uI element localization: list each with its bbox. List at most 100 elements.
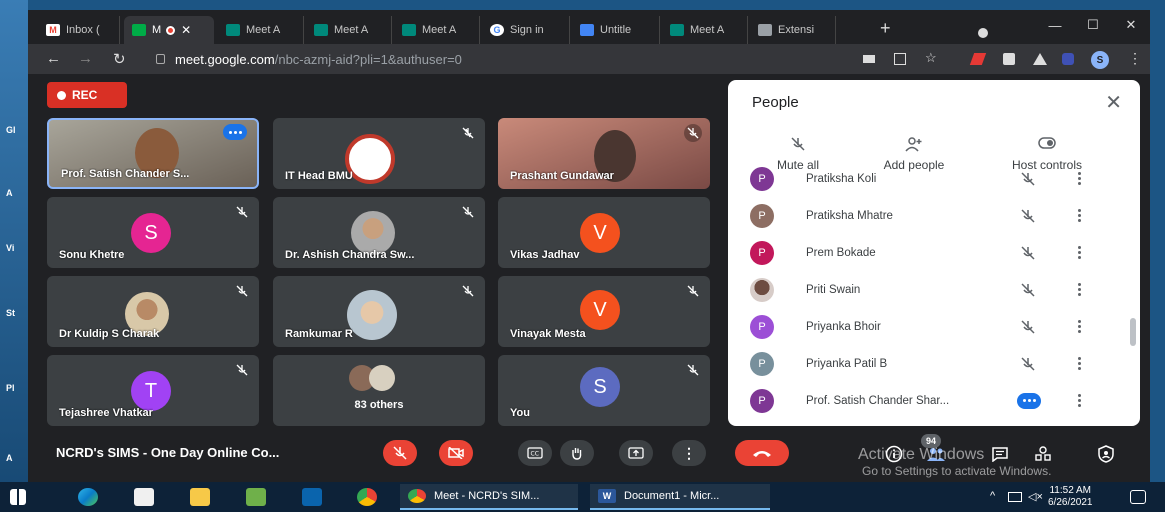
- tab-meet-active[interactable]: M ✕: [124, 16, 214, 44]
- mute-icon: [766, 136, 830, 154]
- participant-tile[interactable]: Ramkumar R: [273, 276, 485, 347]
- install-app-icon[interactable]: [894, 53, 906, 65]
- more-options-icon[interactable]: [1078, 172, 1082, 185]
- captions-icon: CC: [527, 447, 543, 459]
- close-tab-icon[interactable]: ✕: [181, 23, 191, 37]
- list-item[interactable]: P Priyanka Bhoir: [728, 308, 1123, 345]
- address-bar[interactable]: meet.google.com /nbc-azmj-aid?pli=1&auth…: [156, 48, 796, 70]
- camera-toggle-button[interactable]: [439, 440, 473, 466]
- new-tab-icon[interactable]: +: [880, 18, 891, 39]
- notifications-icon[interactable]: [1130, 490, 1146, 504]
- puzzle-icon[interactable]: [1003, 53, 1015, 65]
- clock-time: 11:52 AM: [1049, 485, 1091, 496]
- network-icon[interactable]: [1008, 492, 1022, 502]
- tab-label: Extensi: [778, 24, 815, 36]
- store-icon[interactable]: [134, 488, 154, 506]
- participant-tile[interactable]: Dr Kuldip S Charak: [47, 276, 259, 347]
- docs-icon: [580, 24, 594, 36]
- more-options-icon[interactable]: [1078, 357, 1082, 370]
- participant-tile[interactable]: Dr. Ashish Chandra Sw...: [273, 197, 485, 268]
- activities-icon[interactable]: [1031, 443, 1055, 465]
- participant-tile[interactable]: V Vikas Jadhav: [498, 197, 710, 268]
- people-panel: People ✕ Mute all Add people Host contro…: [728, 80, 1140, 426]
- list-item[interactable]: P Prem Bokade: [728, 234, 1123, 271]
- others-tile[interactable]: 83 others: [273, 355, 485, 426]
- taskbar: Meet - NCRD's SIM... W Document1 - Micr.…: [0, 482, 1165, 512]
- close-panel-icon[interactable]: ✕: [1105, 90, 1122, 115]
- tab-gmail[interactable]: M Inbox (: [38, 16, 120, 44]
- more-options-icon[interactable]: [1078, 283, 1082, 296]
- taskbar-clock[interactable]: 11:52 AM 6/26/2021: [1048, 485, 1093, 509]
- windows-start-icon[interactable]: [10, 489, 26, 505]
- tab-extensions[interactable]: Extensi: [750, 16, 836, 44]
- tab-meet[interactable]: Meet A: [306, 16, 392, 44]
- extension-icon[interactable]: [969, 53, 987, 65]
- camera-indicator-icon[interactable]: [863, 55, 875, 63]
- chrome-icon[interactable]: [357, 488, 377, 506]
- browser-window: M Inbox ( M ✕ Meet A Meet A Meet A G Sig…: [28, 10, 1150, 482]
- tab-meet[interactable]: Meet A: [394, 16, 480, 44]
- list-item[interactable]: P Prof. Satish Chander Shar...: [728, 382, 1123, 419]
- raise-hand-button[interactable]: [560, 440, 594, 466]
- captions-button[interactable]: CC: [518, 440, 552, 466]
- avatar: S: [580, 367, 620, 407]
- present-screen-button[interactable]: [619, 440, 653, 466]
- more-options-button[interactable]: ⋮: [672, 440, 706, 466]
- forward-icon[interactable]: →: [78, 50, 93, 67]
- kebab-icon: ⋮: [682, 444, 696, 461]
- participant-tile[interactable]: IT Head BMU: [273, 118, 485, 189]
- more-options-icon[interactable]: [1078, 394, 1082, 407]
- profile-avatar[interactable]: S: [1091, 51, 1109, 69]
- tab-docs[interactable]: Untitle: [572, 16, 660, 44]
- more-options-icon[interactable]: [1078, 246, 1082, 259]
- bookmark-star-icon[interactable]: ☆: [925, 50, 937, 65]
- photos-icon[interactable]: [246, 488, 266, 506]
- participant-tile[interactable]: S Sonu Khetre: [47, 197, 259, 268]
- participant-tile[interactable]: T Tejashree Vhatkar: [47, 355, 259, 426]
- reload-icon[interactable]: ↻: [113, 50, 126, 68]
- more-options-icon[interactable]: [1078, 320, 1082, 333]
- scrollbar[interactable]: [1130, 318, 1136, 346]
- leave-call-button[interactable]: [735, 440, 789, 466]
- muted-mic-icon: [684, 124, 702, 142]
- menu-kebab-icon[interactable]: ⋮: [1128, 50, 1142, 67]
- avatar: V: [580, 290, 620, 330]
- list-item[interactable]: Priti Swain: [728, 271, 1123, 308]
- more-options-icon[interactable]: [223, 124, 247, 140]
- word-icon: W: [598, 489, 616, 503]
- host-shield-icon[interactable]: [1094, 443, 1118, 465]
- edge-icon[interactable]: [78, 488, 98, 506]
- file-explorer-icon[interactable]: [190, 488, 210, 506]
- tab-meet[interactable]: Meet A: [662, 16, 748, 44]
- participant-name: Prof. Satish Chander Shar...: [806, 394, 950, 407]
- chevron-up-icon[interactable]: ^: [990, 490, 995, 502]
- participant-name: Tejashree Vhatkar: [59, 407, 153, 419]
- participant-tile[interactable]: V Vinayak Mesta: [498, 276, 710, 347]
- mail-icon[interactable]: [302, 488, 322, 506]
- list-item[interactable]: P Pratiksha Mhatre: [728, 197, 1123, 234]
- participant-photo: [369, 365, 395, 391]
- minimize-icon[interactable]: —: [1036, 10, 1074, 40]
- maximize-icon[interactable]: ☐: [1074, 10, 1112, 40]
- taskbar-app-word[interactable]: W Document1 - Micr...: [590, 484, 770, 510]
- close-window-icon[interactable]: ✕: [1112, 10, 1150, 40]
- taskbar-app-meet[interactable]: Meet - NCRD's SIM...: [400, 484, 578, 510]
- tab-sign-in[interactable]: G Sign in: [482, 16, 570, 44]
- pin-icon[interactable]: [1033, 53, 1047, 65]
- more-options-icon[interactable]: [1078, 209, 1082, 222]
- media-icon[interactable]: [1062, 53, 1074, 65]
- participant-tile[interactable]: Prof. Satish Chander S...: [47, 118, 259, 189]
- tab-search-icon[interactable]: [978, 28, 988, 38]
- list-item[interactable]: P Priyanka Patil B: [728, 345, 1123, 382]
- back-icon[interactable]: ←: [46, 50, 61, 67]
- avatar: T: [131, 371, 171, 411]
- volume-icon[interactable]: ◁×: [1028, 490, 1043, 503]
- self-tile[interactable]: S You: [498, 355, 710, 426]
- mic-toggle-button[interactable]: [383, 440, 417, 466]
- tab-meet[interactable]: Meet A: [218, 16, 304, 44]
- meeting-title[interactable]: NCRD's SIMS - One Day Online Co...: [56, 445, 279, 460]
- participant-tile[interactable]: Prashant Gundawar: [498, 118, 710, 189]
- chat-icon[interactable]: [988, 443, 1012, 465]
- list-item[interactable]: P Pratiksha Koli: [728, 160, 1123, 197]
- avatar: S: [131, 213, 171, 253]
